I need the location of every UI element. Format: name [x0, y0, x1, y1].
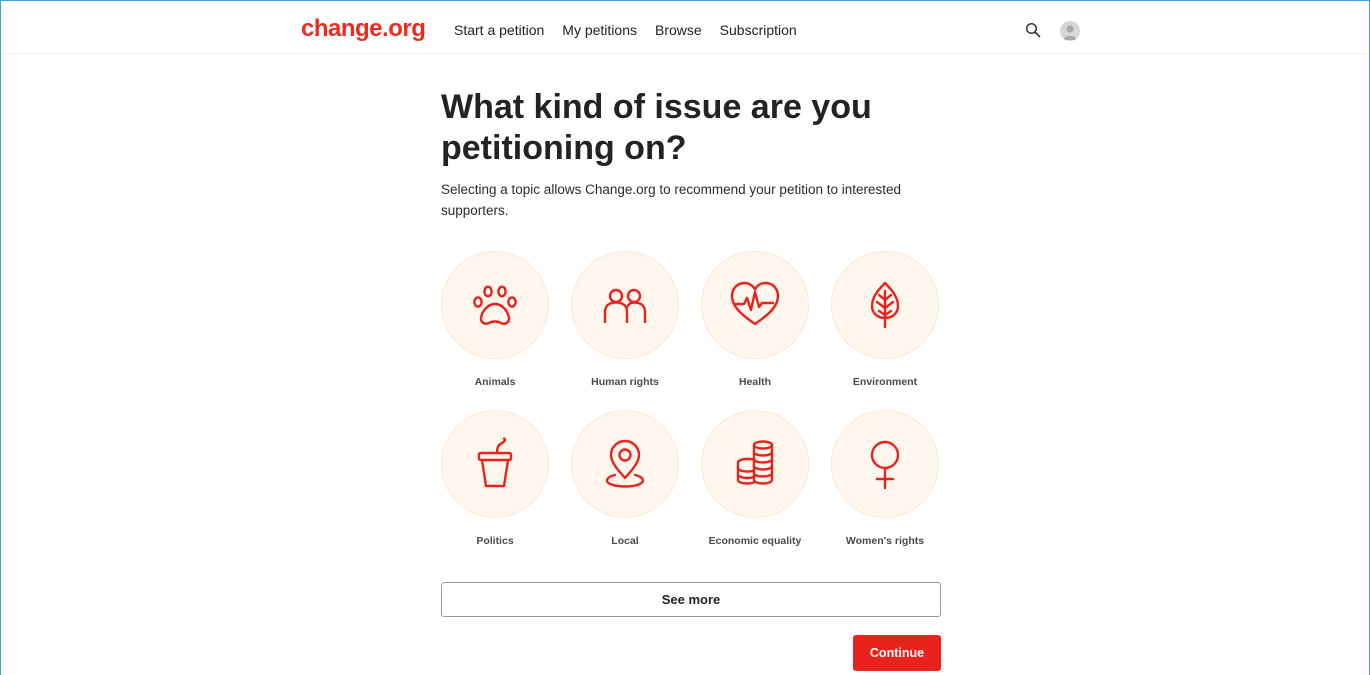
topic-circle — [701, 251, 809, 359]
see-more-button[interactable]: See more — [441, 582, 941, 617]
topic-health[interactable]: Health — [701, 251, 809, 389]
topic-circle — [441, 251, 549, 359]
topic-economic-equality[interactable]: Economic equality — [701, 410, 809, 548]
topic-label: Women's rights — [845, 535, 925, 547]
topic-politics[interactable]: Politics — [441, 410, 549, 548]
location-pin-icon — [605, 439, 645, 488]
topic-womens-rights[interactable]: Women's rights — [831, 410, 939, 548]
continue-button[interactable]: Continue — [853, 635, 941, 671]
topic-local[interactable]: Local — [571, 410, 679, 548]
topic-circle — [571, 251, 679, 359]
topic-label: Health — [738, 376, 772, 388]
nav-subscription[interactable]: Subscription — [720, 21, 797, 39]
nav-my-petitions[interactable]: My petitions — [562, 21, 637, 39]
topic-human-rights[interactable]: Human rights — [571, 251, 679, 389]
topic-circle — [831, 410, 939, 518]
cup-icon — [477, 437, 513, 488]
topic-circle — [571, 410, 679, 518]
heart-pulse-icon — [730, 281, 780, 326]
topic-circle — [831, 251, 939, 359]
site-header: change.org Start a petition My petitions… — [1, 1, 1368, 54]
page-title: What kind of issue are you petitioning o… — [441, 88, 872, 167]
leaf-icon — [870, 281, 900, 329]
topic-environment[interactable]: Environment — [831, 251, 939, 389]
paw-icon — [473, 285, 517, 325]
topic-grid: Animals Human rights Health Environment … — [441, 251, 941, 548]
topic-label: Human rights — [591, 376, 659, 388]
user-avatar-icon[interactable] — [1060, 21, 1080, 41]
topic-label: Local — [611, 535, 639, 547]
nav-browse[interactable]: Browse — [655, 21, 702, 39]
topic-label: Economic equality — [708, 535, 802, 547]
topic-label: Environment — [852, 376, 918, 388]
female-symbol-icon — [870, 440, 900, 490]
people-icon — [603, 288, 647, 324]
change-org-logo[interactable]: change.org — [301, 15, 426, 43]
search-icon[interactable] — [1025, 22, 1041, 38]
coins-icon — [736, 440, 774, 485]
page-subtitle: Selecting a topic allows Change.org to r… — [441, 182, 902, 218]
main-nav: Start a petition My petitions Browse Sub… — [454, 21, 797, 39]
topic-label: Animals — [474, 376, 516, 388]
topic-circle — [701, 410, 809, 518]
nav-start-petition[interactable]: Start a petition — [454, 21, 544, 39]
topic-circle — [441, 410, 549, 518]
topic-label: Politics — [476, 535, 514, 547]
topic-animals[interactable]: Animals — [441, 251, 549, 389]
